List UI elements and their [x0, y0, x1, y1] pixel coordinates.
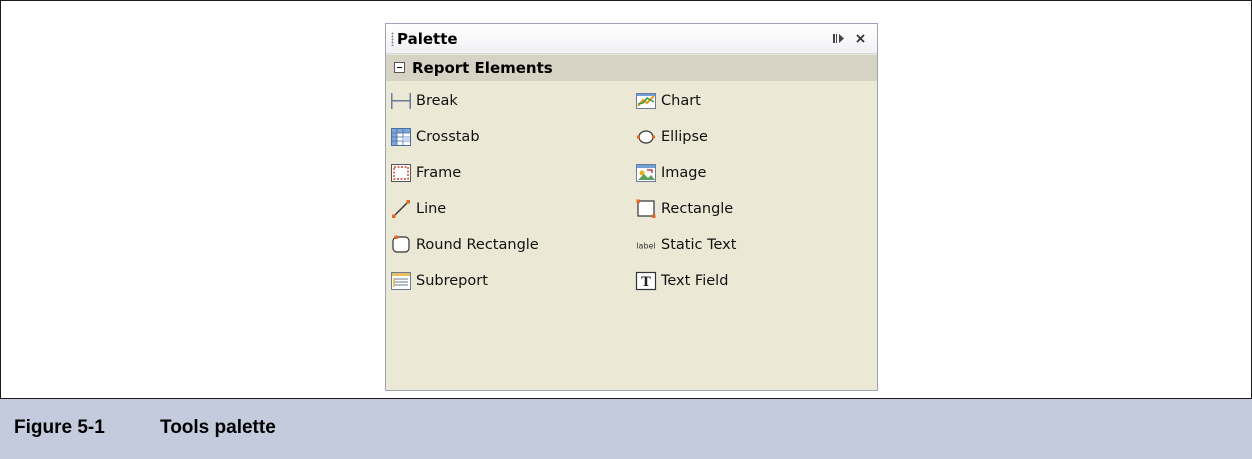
figure-title: Tools palette — [160, 417, 276, 438]
line-icon — [390, 198, 412, 220]
palette-item-label: Break — [416, 93, 458, 109]
text-field-icon: T — [635, 270, 657, 292]
static-text-icon: label — [635, 234, 657, 256]
figure-number: Figure 5-1 — [14, 417, 105, 438]
rectangle-icon — [635, 198, 657, 220]
ellipse-icon — [635, 126, 657, 148]
collapse-icon[interactable] — [394, 62, 405, 73]
palette-item-ellipse[interactable]: Ellipse — [635, 123, 855, 151]
category-label: Report Elements — [412, 59, 553, 77]
palette-item-break[interactable]: Break — [390, 87, 610, 115]
minimize-icon — [833, 34, 844, 43]
drag-grip-icon[interactable] — [391, 32, 394, 46]
crosstab-icon — [390, 126, 412, 148]
palette-item-label: Rectangle — [661, 201, 734, 217]
palette-item-label: Text Field — [661, 273, 729, 289]
chart-icon — [635, 90, 657, 112]
palette-item-label: Ellipse — [661, 129, 708, 145]
minimize-window-button[interactable] — [832, 32, 846, 45]
image-icon — [635, 162, 657, 184]
palette-item-image[interactable]: Image — [635, 159, 855, 187]
close-window-button[interactable] — [854, 32, 868, 45]
palette-item-frame[interactable]: Frame — [390, 159, 610, 187]
close-icon — [856, 34, 865, 43]
palette-item-chart[interactable]: Chart — [635, 87, 855, 115]
frame-icon — [390, 162, 412, 184]
palette-item-crosstab[interactable]: Crosstab — [390, 123, 610, 151]
palette-item-text-field[interactable]: T Text Field — [635, 267, 855, 295]
round-rectangle-icon — [390, 234, 412, 256]
svg-text:T: T — [641, 275, 651, 290]
svg-text:label: label — [636, 242, 655, 251]
palette-window: Palette Report Elements Break Chart Cros… — [385, 23, 878, 391]
palette-item-label: Static Text — [661, 237, 737, 253]
subreport-icon — [390, 270, 412, 292]
palette-title: Palette — [397, 30, 458, 48]
palette-item-label: Crosstab — [416, 129, 480, 145]
category-report-elements[interactable]: Report Elements — [386, 55, 877, 81]
palette-item-label: Frame — [416, 165, 462, 181]
palette-item-round-rectangle[interactable]: Round Rectangle — [390, 231, 610, 259]
break-icon — [390, 90, 412, 112]
palette-item-label: Round Rectangle — [416, 237, 539, 253]
figure-caption: Figure 5-1 Tools palette — [0, 398, 1252, 459]
palette-item-line[interactable]: Line — [390, 195, 610, 223]
palette-item-rectangle[interactable]: Rectangle — [635, 195, 855, 223]
palette-item-label: Chart — [661, 93, 701, 109]
palette-item-subreport[interactable]: Subreport — [390, 267, 610, 295]
palette-item-label: Line — [416, 201, 447, 217]
palette-item-static-text[interactable]: label Static Text — [635, 231, 855, 259]
palette-item-label: Image — [661, 165, 707, 181]
palette-header: Palette — [386, 24, 877, 54]
palette-item-label: Subreport — [416, 273, 488, 289]
